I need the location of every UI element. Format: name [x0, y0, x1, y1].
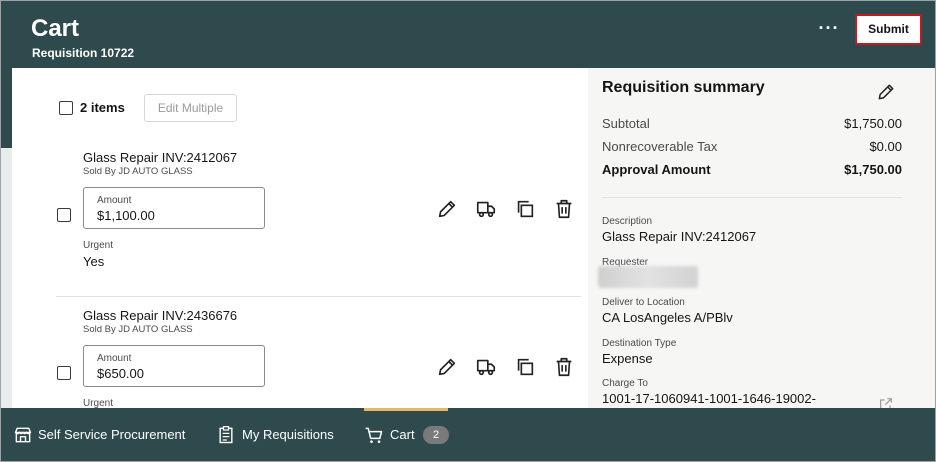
cart-line: Glass Repair INV:2412067 Sold By JD AUTO… — [12, 68, 588, 269]
description-value: Glass Repair INV:2412067 — [602, 229, 757, 244]
description-label: Description — [602, 216, 653, 227]
cart-line: Glass Repair INV:2436676 Sold By JD AUTO… — [12, 226, 588, 408]
subtotal-row: Subtotal $1,750.00 — [602, 116, 902, 131]
trash-icon[interactable] — [553, 356, 575, 378]
line-checkbox[interactable] — [57, 366, 71, 380]
cart-icon — [365, 427, 383, 443]
subtotal-label: Subtotal — [602, 116, 650, 131]
summary-title: Requisition summary — [602, 79, 765, 96]
approval-label: Approval Amount — [602, 162, 711, 177]
destination-type-label: Destination Type — [602, 338, 677, 349]
bottom-navigation: Self Service Procurement My Requisitions… — [1, 408, 935, 461]
submit-button[interactable]: Submit — [855, 14, 922, 45]
amount-label: Amount — [97, 353, 132, 364]
deliver-to-value: CA LosAngeles A/PBlv — [602, 310, 733, 325]
copy-icon[interactable] — [514, 198, 536, 220]
clipboard-icon — [219, 426, 233, 444]
requisition-summary-panel: Requisition summary Subtotal $1,750.00 N… — [588, 68, 935, 408]
urgent-label: Urgent — [83, 398, 114, 408]
pencil-icon[interactable] — [436, 198, 458, 220]
page-header: Cart Requisition 10722 ··· Submit — [1, 1, 935, 68]
nav-cart[interactable]: Cart 2 — [364, 424, 454, 446]
nav-my-requisitions[interactable]: My Requisitions — [216, 424, 346, 446]
amount-label: Amount — [97, 195, 132, 206]
left-edge — [1, 68, 12, 408]
cart-lines-panel: 2 items Edit Multiple Glass Repair INV:2… — [12, 68, 588, 408]
page-title: Cart — [31, 15, 80, 42]
nav-label: Self Service Procurement — [38, 427, 186, 442]
destination-type-value: Expense — [602, 351, 653, 366]
external-link-icon[interactable] — [878, 396, 894, 408]
amount-field[interactable]: Amount $650.00 — [83, 345, 265, 387]
summary-divider — [602, 197, 902, 198]
nav-self-service-procurement[interactable]: Self Service Procurement — [13, 424, 193, 446]
nav-label: My Requisitions — [242, 427, 334, 442]
nav-label: Cart — [390, 427, 415, 442]
tax-value: $0.00 — [869, 139, 902, 154]
pencil-icon[interactable] — [436, 356, 458, 378]
amount-field[interactable]: Amount $1,100.00 — [83, 187, 265, 229]
active-tab-indicator — [364, 408, 448, 411]
truck-icon[interactable] — [475, 198, 497, 220]
charge-to-value: 1001-17-1060941-1001-1646-19002- — [602, 391, 816, 406]
approval-row: Approval Amount $1,750.00 — [602, 162, 902, 177]
copy-icon[interactable] — [514, 356, 536, 378]
approval-value: $1,750.00 — [844, 162, 902, 177]
amount-value: $1,100.00 — [97, 208, 155, 223]
line-item-name[interactable]: Glass Repair INV:2436676 — [83, 308, 237, 323]
requester-value-redacted — [598, 266, 698, 288]
line-checkbox[interactable] — [57, 208, 71, 222]
charge-to-label: Charge To — [602, 378, 648, 389]
deliver-to-label: Deliver to Location — [602, 297, 685, 308]
line-item-name[interactable]: Glass Repair INV:2412067 — [83, 150, 237, 165]
line-item-seller: Sold By JD AUTO GLASS — [83, 324, 193, 335]
tax-row: Nonrecoverable Tax $0.00 — [602, 139, 902, 154]
store-icon — [14, 427, 32, 443]
pencil-icon[interactable] — [876, 82, 896, 102]
subtotal-value: $1,750.00 — [844, 116, 902, 131]
more-actions-button[interactable]: ··· — [815, 19, 843, 43]
tax-label: Nonrecoverable Tax — [602, 139, 718, 154]
trash-icon[interactable] — [553, 198, 575, 220]
amount-value: $650.00 — [97, 366, 144, 381]
truck-icon[interactable] — [475, 356, 497, 378]
app-window: Cart Requisition 10722 ··· Submit 2 item… — [0, 0, 936, 462]
cart-count-badge: 2 — [423, 426, 449, 444]
requisition-number: Requisition 10722 — [32, 46, 135, 60]
line-item-seller: Sold By JD AUTO GLASS — [83, 166, 193, 177]
